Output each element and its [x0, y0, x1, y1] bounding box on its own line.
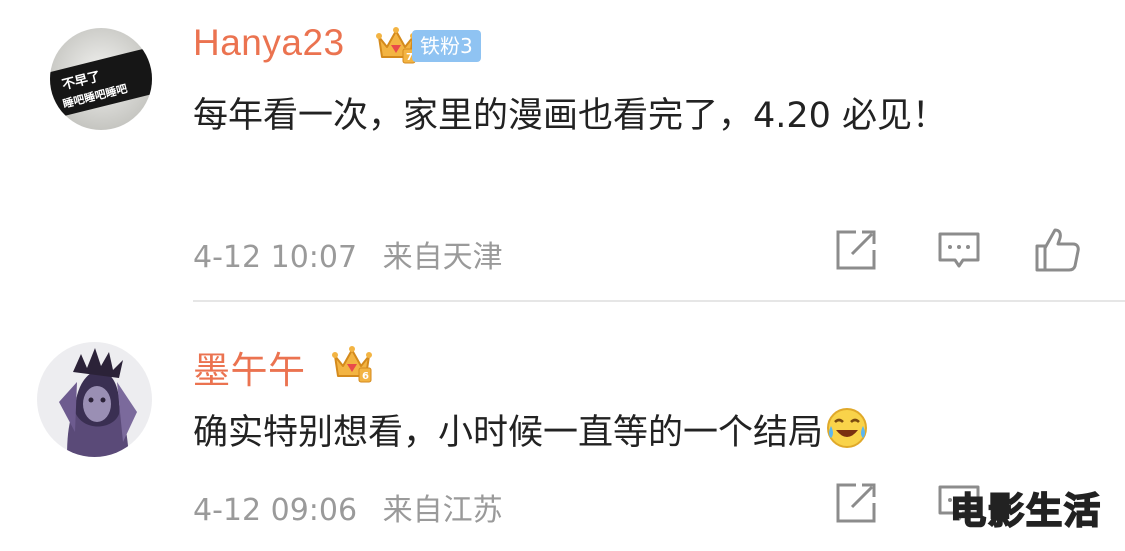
comment-item: 不早了 睡吧睡吧睡吧 Hanya23 7 铁粉3 每年看一次，家里的漫画也看完了… — [0, 0, 1125, 300]
crown-vip-icon: 6 — [332, 346, 372, 383]
laugh-cry-emoji-icon — [827, 408, 868, 448]
avatar[interactable]: 不早了 睡吧睡吧睡吧 — [50, 28, 152, 130]
repost-icon[interactable] — [832, 226, 880, 274]
repost-icon[interactable] — [832, 479, 880, 527]
comment-date: 4-12 10:07 — [193, 240, 358, 275]
comment-text: 确实特别想看，小时候一直等的一个结局 — [193, 402, 1053, 464]
watermark: 电影生活 — [949, 490, 1103, 533]
comment-location: 来自江苏 — [382, 493, 503, 528]
comment-reply-icon[interactable] — [935, 226, 983, 274]
svg-text:6: 6 — [362, 371, 369, 382]
comment-text: 每年看一次，家里的漫画也看完了，4.20 必见！ — [193, 96, 948, 136]
avatar-image — [37, 342, 152, 457]
comment-location: 来自天津 — [382, 240, 503, 275]
like-icon[interactable] — [1033, 226, 1081, 274]
comment-date: 4-12 09:06 — [193, 493, 358, 528]
username[interactable]: 墨午午 — [193, 340, 306, 394]
avatar[interactable] — [37, 342, 152, 457]
fan-badge[interactable]: 铁粉3 — [412, 30, 481, 62]
avatar-image: 不早了 睡吧睡吧睡吧 — [50, 28, 152, 130]
comment-text-body: 确实特别想看，小时候一直等的一个结局 — [193, 413, 824, 453]
comment-meta: 4-12 10:07 来自天津 — [193, 232, 503, 276]
username[interactable]: Hanya23 — [193, 22, 345, 64]
comment-meta: 4-12 09:06 来自江苏 — [193, 485, 503, 529]
